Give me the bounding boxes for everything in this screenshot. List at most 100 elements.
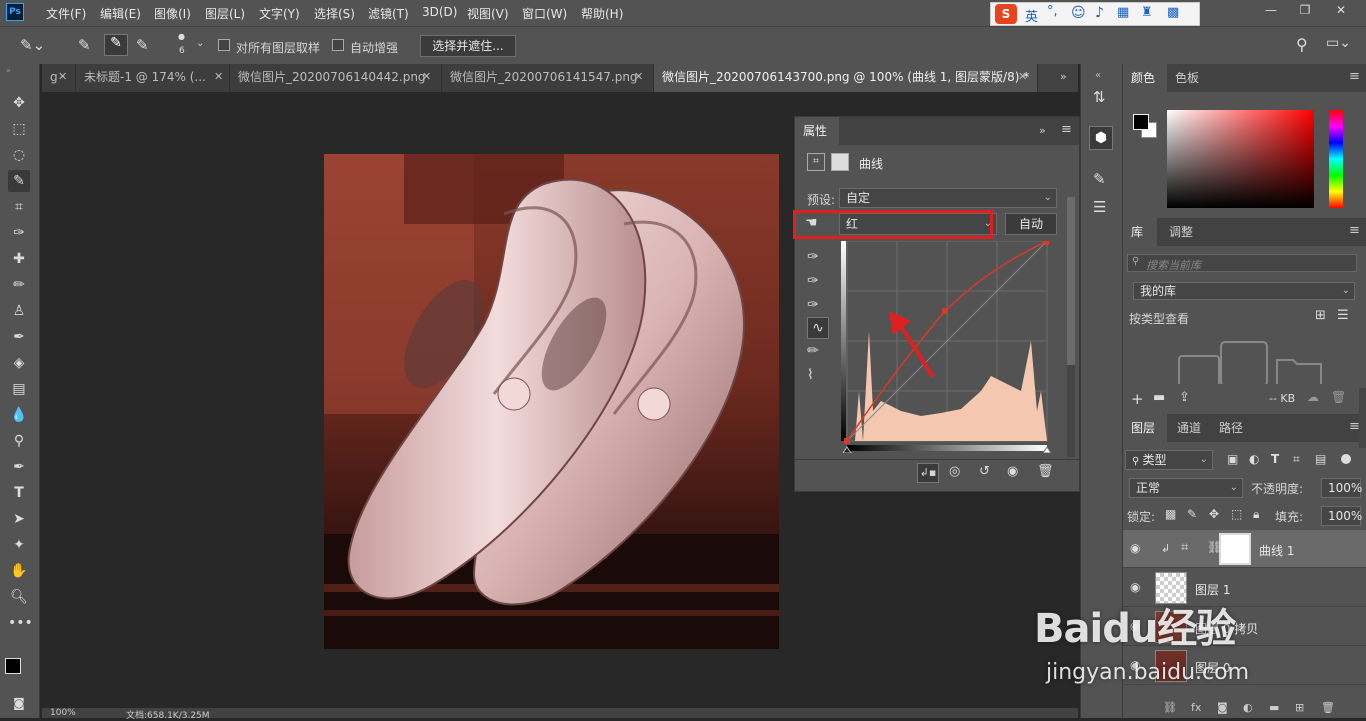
menu-file[interactable]: 文件(F) xyxy=(46,5,86,22)
crop-tool-icon[interactable]: ⌗ xyxy=(8,196,30,218)
lasso-tool-icon[interactable]: ◌ xyxy=(8,144,30,166)
more-tools-icon[interactable]: ••• xyxy=(8,612,33,634)
close-tab-icon[interactable]: ✕ xyxy=(58,64,67,90)
document-size[interactable]: 文档:658.1K/3.25M xyxy=(126,708,210,721)
panel-collapse-icon[interactable]: » xyxy=(1039,124,1046,137)
brush-size[interactable]: 6 xyxy=(179,46,185,56)
view-by-type[interactable]: 按类型查看 xyxy=(1129,310,1189,327)
close-tab-icon[interactable]: ✕ xyxy=(214,64,223,90)
subtract-selection-icon[interactable]: ✎ xyxy=(136,36,149,54)
gray-point-eyedropper-icon[interactable]: ✑ xyxy=(807,269,829,293)
filter-type-icon[interactable]: T xyxy=(1271,452,1279,466)
quick-selection-tool-icon[interactable]: ✎ xyxy=(8,170,30,192)
quick-select-preset-icon[interactable]: ✎⌄ xyxy=(20,36,45,54)
menu-image[interactable]: 图像(I) xyxy=(154,5,191,22)
visibility-eye-icon[interactable]: ◉ xyxy=(1007,464,1018,479)
tab-properties[interactable]: 属性 xyxy=(795,117,839,145)
smooth-curve-icon[interactable]: ⌇ xyxy=(807,363,829,387)
tab-doc-3[interactable]: 微信图片_20200706141547.png ✕ xyxy=(442,64,654,92)
lock-all-icon[interactable]: 🔒︎ xyxy=(1253,507,1259,522)
layer-row[interactable]: ◉ ↲ ⌗ ⛓ 曲线 1 xyxy=(1123,530,1366,568)
new-group-icon[interactable]: ▬ xyxy=(1269,701,1279,714)
link-layers-icon[interactable]: ⛓ xyxy=(1163,701,1177,714)
sogou-logo-icon[interactable]: S xyxy=(995,4,1017,24)
delete-trash-icon[interactable]: 🗑 xyxy=(1331,390,1346,404)
keyboard-icon[interactable]: ▦ xyxy=(1117,5,1129,20)
tab-paths[interactable]: 路径 xyxy=(1211,414,1251,442)
curve-point-tool-icon[interactable]: ∿ xyxy=(807,317,829,339)
workspace-icon[interactable]: ▭⌄ xyxy=(1326,35,1351,51)
skin-icon[interactable]: ♜ xyxy=(1141,5,1153,20)
properties-3d-cube-icon[interactable]: ⬢ xyxy=(1089,126,1113,150)
punctuation-icon[interactable]: °, xyxy=(1047,4,1058,19)
lock-pixels-icon[interactable]: ✎ xyxy=(1187,507,1197,521)
black-point-eyedropper-icon[interactable]: ✑ xyxy=(807,245,829,269)
zoom-tool-icon[interactable]: 🔍︎ xyxy=(8,586,30,608)
new-adjustment-icon[interactable]: ◐ xyxy=(1243,701,1253,714)
zoom-level[interactable]: 100% xyxy=(50,708,76,718)
opacity-input[interactable]: 100% xyxy=(1321,478,1362,498)
restore-icon[interactable]: ❐ xyxy=(1290,0,1320,22)
eyedropper-tool-icon[interactable]: ✑ xyxy=(8,222,30,244)
auto-button[interactable]: 自动 xyxy=(1005,213,1057,235)
filter-pixel-icon[interactable]: ▣ xyxy=(1227,452,1238,466)
tab-color[interactable]: 颜色 xyxy=(1123,64,1167,92)
path-selection-tool-icon[interactable]: ➤ xyxy=(8,508,30,530)
menu-edit[interactable]: 编辑(E) xyxy=(100,5,141,22)
tabs-overflow-icon[interactable]: » xyxy=(1060,70,1067,83)
visibility-eye-icon[interactable]: ◉ xyxy=(1130,541,1140,555)
visibility-eye-icon[interactable]: ◉ xyxy=(1130,580,1140,594)
brush-settings-icon[interactable]: ✎ xyxy=(1093,170,1106,188)
search-icon[interactable]: ⚲ xyxy=(1296,35,1308,54)
ime-mode[interactable]: 英 xyxy=(1025,6,1038,25)
layer-filter-kind-select[interactable]: ⚲ 类型 ⌄ xyxy=(1125,450,1213,470)
filter-shape-icon[interactable]: ⌗ xyxy=(1293,452,1300,467)
library-search-input[interactable]: ⚲ 搜索当前库 xyxy=(1127,254,1357,272)
tab-doc-0[interactable]: g ✕ xyxy=(42,64,76,92)
tab-doc-1[interactable]: 未标题-1 @ 174% (... ✕ xyxy=(76,64,230,92)
healing-brush-tool-icon[interactable]: ✚ xyxy=(8,248,30,270)
reset-icon[interactable]: ↺ xyxy=(979,464,990,479)
document-canvas[interactable] xyxy=(324,154,779,649)
hand-tool-icon[interactable]: ✋ xyxy=(8,560,30,582)
blend-mode-select[interactable]: 正常 ⌄ xyxy=(1129,478,1243,498)
delete-trash-icon[interactable]: 🗑 xyxy=(1321,701,1335,714)
tab-channels[interactable]: 通道 xyxy=(1169,414,1209,442)
close-tab-icon[interactable]: ✕ xyxy=(422,64,431,90)
layer-name[interactable]: 曲线 1 xyxy=(1259,542,1294,559)
dodge-tool-icon[interactable]: ⚲ xyxy=(8,430,30,452)
menu-filter[interactable]: 滤镜(T) xyxy=(368,5,409,22)
lock-transparency-icon[interactable]: ▩ xyxy=(1165,507,1176,521)
tab-swatches[interactable]: 色板 xyxy=(1167,64,1207,92)
clone-stamp-tool-icon[interactable]: ♙ xyxy=(8,300,30,322)
add-plus-icon[interactable]: + xyxy=(1131,390,1144,408)
menu-layer[interactable]: 图层(L) xyxy=(205,5,245,22)
curves-adjustment-icon[interactable]: ⌗ xyxy=(807,153,825,171)
clip-to-layer-icon[interactable]: ↲▪ xyxy=(917,463,939,483)
menu-view[interactable]: 视图(V) xyxy=(467,5,509,22)
library-select[interactable]: 我的库 ⌄ xyxy=(1133,282,1355,300)
eraser-tool-icon[interactable]: ◈ xyxy=(8,352,30,374)
properties-scrollbar-thumb[interactable] xyxy=(1067,197,1075,365)
microphone-icon[interactable]: ♪ xyxy=(1095,5,1104,21)
adjust-sliders-icon[interactable]: ☰ xyxy=(1093,198,1106,216)
pen-tool-icon[interactable]: ✒ xyxy=(8,456,30,478)
menu-help[interactable]: 帮助(H) xyxy=(581,5,623,22)
menu-3d[interactable]: 3D(D) xyxy=(422,5,457,19)
menu-select[interactable]: 选择(S) xyxy=(314,5,355,22)
new-selection-icon[interactable]: ✎ xyxy=(78,36,91,54)
filter-smart-object-icon[interactable]: ▤ xyxy=(1315,452,1326,466)
tab-adjustments[interactable]: 调整 xyxy=(1161,218,1201,246)
right-scrollbar[interactable] xyxy=(1359,388,1366,448)
add-mask-icon[interactable]: ◙ xyxy=(1217,701,1228,714)
new-layer-icon[interactable]: ⊞ xyxy=(1295,701,1304,714)
panel-menu-icon[interactable]: ≡ xyxy=(1349,223,1360,238)
foreground-color-swatch[interactable] xyxy=(1133,114,1149,130)
curves-graph[interactable] xyxy=(841,241,1051,453)
chevron-down-icon[interactable]: ⌄ xyxy=(196,38,204,49)
brush-tool-icon[interactable]: ✏ xyxy=(8,274,30,296)
white-point-eyedropper-icon[interactable]: ✑ xyxy=(807,293,829,317)
list-view-icon[interactable]: ☰ xyxy=(1337,308,1349,323)
lock-position-icon[interactable]: ✥ xyxy=(1209,507,1219,521)
select-and-mask-button[interactable]: 选择并遮住... xyxy=(420,35,516,57)
